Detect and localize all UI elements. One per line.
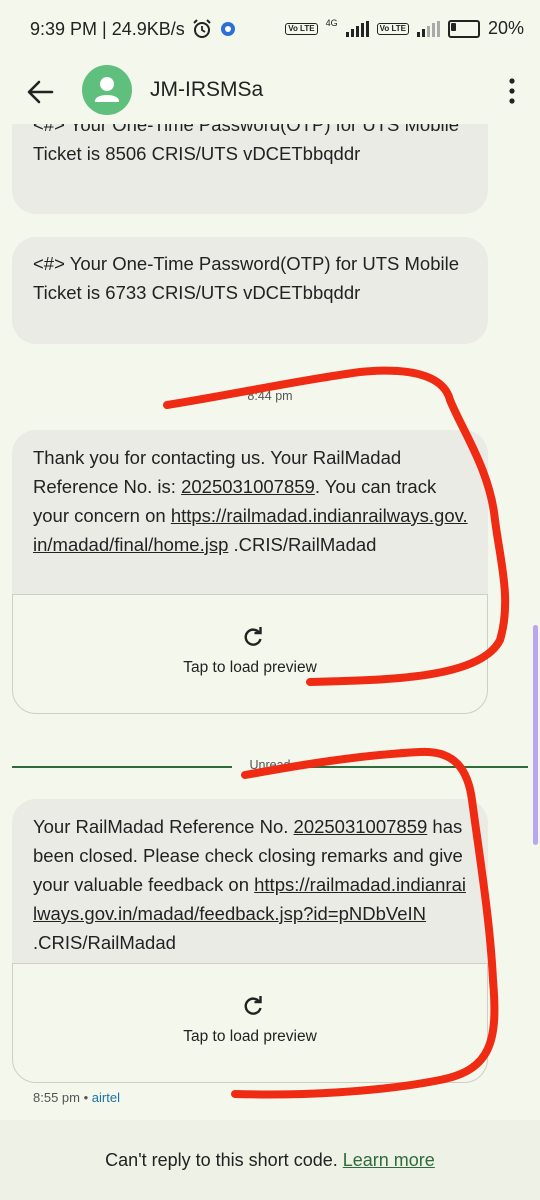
compose-disabled-bar: Can't reply to this short code. Learn mo… [0, 1120, 540, 1200]
message-bubble-otp-1[interactable]: <#> Your One-Time Password(OTP) for UTS … [12, 124, 488, 214]
cannot-reply-notice: Can't reply to this short code. [105, 1150, 338, 1170]
sent-time: 8:55 pm [33, 1090, 80, 1105]
message-text: <#> Your One-Time Password(OTP) for UTS … [33, 124, 459, 164]
tap-to-load-preview: Tap to load preview [183, 1028, 317, 1045]
sim1-volte-badge: Vo LTE [285, 22, 318, 35]
conversation-title[interactable]: JM-IRSMSa [150, 78, 263, 102]
signal-icon [345, 20, 369, 37]
message-text: <#> Your One-Time Password(OTP) for UTS … [33, 253, 459, 303]
signal-icon-sim2 [416, 20, 440, 37]
person-icon [95, 77, 119, 102]
network-type: 4G [325, 18, 338, 28]
carrier-label: airtel [91, 1090, 120, 1105]
link-preview-card[interactable]: Tap to load preview [12, 963, 488, 1083]
unread-label: Unread [232, 758, 308, 772]
message-timestamp: 8:44 pm [247, 389, 293, 403]
status-time-speed: 9:39 PM | 24.9KB/s [30, 18, 185, 39]
app-bar: JM-IRSMSa [0, 60, 540, 124]
tap-to-load-preview: Tap to load preview [183, 659, 317, 676]
message-bubble-railmadad-closed[interactable]: Your RailMadad Reference No. 20250310078… [12, 799, 488, 969]
contact-avatar[interactable] [82, 65, 132, 115]
link-preview-card[interactable]: Tap to load preview [12, 594, 488, 714]
reference-number-link[interactable]: 2025031007859 [181, 476, 315, 497]
reload-icon [244, 996, 262, 1015]
reload-icon [244, 627, 262, 646]
learn-more-link[interactable]: Learn more [343, 1150, 435, 1170]
reference-number-link[interactable]: 2025031007859 [294, 816, 428, 837]
sim2-volte-badge: Vo LTE [376, 22, 409, 35]
message-list[interactable]: <#> Your One-Time Password(OTP) for UTS … [0, 124, 540, 1124]
alarm-icon [193, 19, 211, 38]
meta-separator: • [83, 1090, 89, 1105]
status-bar: 9:39 PM | 24.9KB/s Vo LTE 4G Vo LTE 20% [0, 0, 540, 60]
back-arrow-icon[interactable] [22, 74, 58, 110]
battery-level: 20% [487, 18, 524, 38]
message-bubble-otp-2[interactable]: <#> Your One-Time Password(OTP) for UTS … [12, 237, 488, 344]
battery-icon [447, 19, 480, 38]
app-notification-icon [220, 22, 235, 36]
scrollbar[interactable] [533, 625, 538, 845]
message-meta: 8:55 pm • airtel [33, 1090, 120, 1105]
message-bubble-railmadad-registered[interactable]: Thank you for contacting us. Your RailMa… [12, 430, 488, 600]
more-options-icon[interactable] [506, 76, 518, 106]
